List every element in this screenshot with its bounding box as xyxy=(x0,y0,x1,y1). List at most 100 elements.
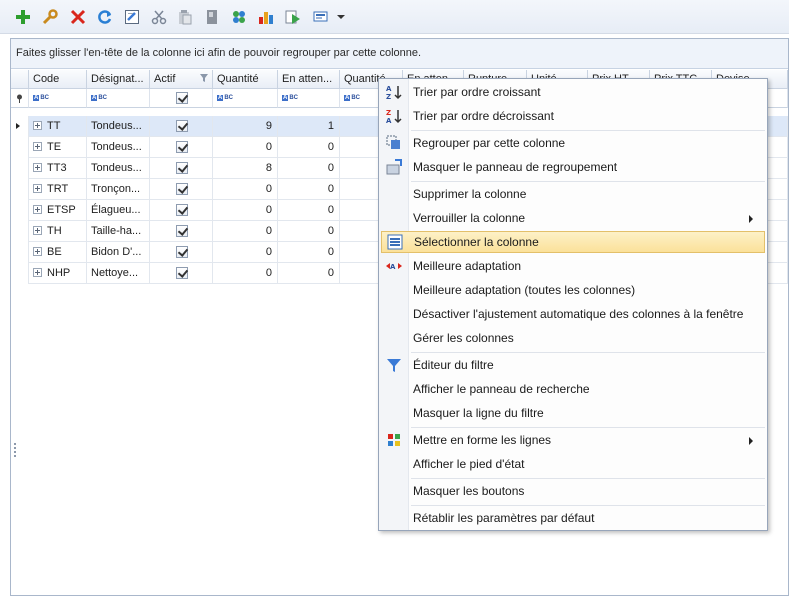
menu-item-show-search-panel[interactable]: Afficher le panneau de recherche xyxy=(381,378,765,400)
cell-designation[interactable]: Tondeus... xyxy=(87,137,150,158)
menu-item-manage-columns[interactable]: Gérer les colonnes xyxy=(381,327,765,349)
cell-actif[interactable] xyxy=(150,221,213,242)
cell-actif[interactable] xyxy=(150,242,213,263)
expand-icon[interactable] xyxy=(33,184,42,193)
cell-en-attente[interactable]: 0 xyxy=(278,200,340,221)
column-header-quantite[interactable]: Quantité xyxy=(213,70,278,89)
cell-designation[interactable]: Nettoye... xyxy=(87,263,150,284)
cell-en-attente[interactable]: 1 xyxy=(278,116,340,137)
cell-code[interactable]: NHP xyxy=(29,263,87,284)
cell-designation[interactable]: Tondeus... xyxy=(87,158,150,179)
cell-code[interactable]: TE xyxy=(29,137,87,158)
expand-icon[interactable] xyxy=(33,247,42,256)
menu-item-disable-auto-width[interactable]: Désactiver l'ajustement automatique des … xyxy=(381,303,765,325)
column-header-en-attente[interactable]: En atten... xyxy=(278,70,340,89)
menu-item-format-rows[interactable]: Mettre en forme les lignes xyxy=(381,429,765,451)
cell-quantite[interactable]: 0 xyxy=(213,200,278,221)
row-indicator[interactable] xyxy=(11,221,29,242)
cell-actif[interactable] xyxy=(150,158,213,179)
edit-icon[interactable] xyxy=(121,6,143,28)
view-icon[interactable] xyxy=(310,6,332,28)
column-header-actif[interactable]: Actif xyxy=(150,70,213,89)
cell-code[interactable]: BE xyxy=(29,242,87,263)
actif-checkbox[interactable] xyxy=(176,162,188,174)
cell-en-attente[interactable]: 0 xyxy=(278,221,340,242)
row-indicator[interactable] xyxy=(11,179,29,200)
filter-cell-designation[interactable]: A BC xyxy=(87,89,150,108)
menu-item-filter-editor[interactable]: Éditeur du filtre xyxy=(381,354,765,376)
cell-quantite[interactable]: 0 xyxy=(213,263,278,284)
row-indicator[interactable] xyxy=(11,137,29,158)
refresh-icon[interactable] xyxy=(94,6,116,28)
expand-icon[interactable] xyxy=(33,268,42,277)
actif-checkbox[interactable] xyxy=(176,204,188,216)
cell-en-attente[interactable]: 0 xyxy=(278,242,340,263)
add-icon[interactable] xyxy=(12,6,34,28)
column-header-designation[interactable]: Désignat... xyxy=(87,70,150,89)
row-indicator[interactable] xyxy=(11,242,29,263)
actif-checkbox[interactable] xyxy=(176,120,188,132)
filter-cell-code[interactable]: A BC xyxy=(29,89,87,108)
cell-code[interactable]: TH xyxy=(29,221,87,242)
run-icon[interactable] xyxy=(282,6,304,28)
cut-icon[interactable] xyxy=(148,6,170,28)
paste-icon[interactable] xyxy=(174,6,196,28)
cell-quantite[interactable]: 0 xyxy=(213,242,278,263)
cell-quantite[interactable]: 0 xyxy=(213,137,278,158)
cell-code[interactable]: ETSP xyxy=(29,200,87,221)
menu-item-hide-filter-row[interactable]: Masquer la ligne du filtre xyxy=(381,402,765,424)
filter-cell-en-attente[interactable]: A BC xyxy=(278,89,340,108)
actif-checkbox[interactable] xyxy=(176,183,188,195)
group-panel[interactable]: Faites glisser l'en-tête de la colonne i… xyxy=(11,39,788,69)
filter-checkbox[interactable] xyxy=(176,92,188,104)
menu-item-remove-column[interactable]: Supprimer la colonne xyxy=(381,183,765,205)
cell-designation[interactable]: Tondeus... xyxy=(87,116,150,137)
chart-icon[interactable] xyxy=(255,6,277,28)
row-indicator[interactable] xyxy=(11,116,29,137)
cell-actif[interactable] xyxy=(150,263,213,284)
menu-item-hide-group-panel[interactable]: Masquer le panneau de regroupement xyxy=(381,156,765,178)
splitter-handle[interactable] xyxy=(14,443,17,457)
expand-icon[interactable] xyxy=(33,205,42,214)
menu-item-best-fit[interactable]: A Meilleure adaptation xyxy=(381,255,765,277)
wrench-icon[interactable] xyxy=(39,6,61,28)
actif-checkbox[interactable] xyxy=(176,246,188,258)
cell-en-attente[interactable]: 0 xyxy=(278,179,340,200)
cell-designation[interactable]: Tronçon... xyxy=(87,179,150,200)
menu-item-hide-buttons[interactable]: Masquer les boutons xyxy=(381,480,765,502)
menu-item-restore-defaults[interactable]: Rétablir les paramètres par défaut xyxy=(381,507,765,529)
actif-checkbox[interactable] xyxy=(176,141,188,153)
column-header-code[interactable]: Code xyxy=(29,70,87,89)
cell-quantite[interactable]: 0 xyxy=(213,179,278,200)
delete-icon[interactable] xyxy=(67,6,89,28)
chevron-down-icon[interactable] xyxy=(336,9,346,25)
menu-item-group-by[interactable]: Regrouper par cette colonne xyxy=(381,132,765,154)
cell-en-attente[interactable]: 0 xyxy=(278,263,340,284)
actif-checkbox[interactable] xyxy=(176,267,188,279)
row-indicator[interactable] xyxy=(11,158,29,179)
cell-actif[interactable] xyxy=(150,116,213,137)
filter-cell-actif[interactable] xyxy=(150,89,213,108)
menu-item-sort-ascending[interactable]: AZ Trier par ordre croissant xyxy=(381,81,765,103)
cell-actif[interactable] xyxy=(150,179,213,200)
cell-code[interactable]: TT3 xyxy=(29,158,87,179)
filter-cell-quantite[interactable]: A BC xyxy=(213,89,278,108)
menu-item-best-fit-all[interactable]: Meilleure adaptation (toutes les colonne… xyxy=(381,279,765,301)
cell-en-attente[interactable]: 0 xyxy=(278,137,340,158)
cell-actif[interactable] xyxy=(150,137,213,158)
expand-icon[interactable] xyxy=(33,121,42,130)
grid-icon[interactable] xyxy=(228,6,250,28)
cell-quantite[interactable]: 0 xyxy=(213,221,278,242)
cell-quantite[interactable]: 9 xyxy=(213,116,278,137)
cell-quantite[interactable]: 8 xyxy=(213,158,278,179)
row-indicator[interactable] xyxy=(11,200,29,221)
expand-icon[interactable] xyxy=(33,163,42,172)
row-indicator[interactable] xyxy=(11,263,29,284)
filter-icon[interactable] xyxy=(200,74,208,82)
cell-designation[interactable]: Taille-ha... xyxy=(87,221,150,242)
document-icon[interactable] xyxy=(201,6,223,28)
expand-icon[interactable] xyxy=(33,142,42,151)
cell-designation[interactable]: Élagueu... xyxy=(87,200,150,221)
cell-code[interactable]: TT xyxy=(29,116,87,137)
menu-item-show-footer[interactable]: Afficher le pied d'état xyxy=(381,453,765,475)
